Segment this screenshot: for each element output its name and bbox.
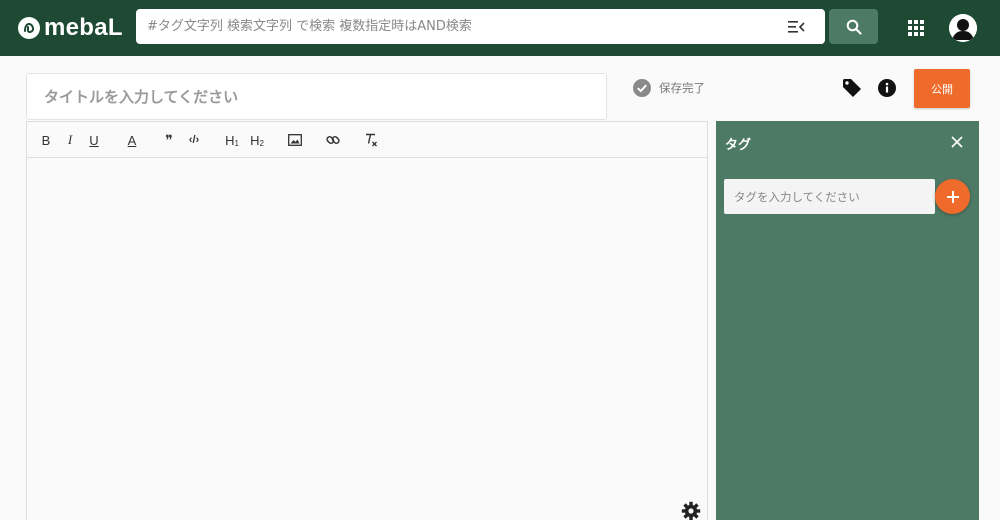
logo-text: mebaL: [44, 14, 123, 41]
h1-label: H: [225, 132, 235, 148]
publish-button[interactable]: 公開: [914, 69, 970, 108]
logo[interactable]: mebaL: [18, 14, 123, 42]
title-box: [26, 73, 607, 120]
close-icon[interactable]: [949, 134, 965, 150]
save-status-text: 保存完了: [659, 81, 705, 95]
underline-button[interactable]: U: [87, 130, 101, 150]
text-color-button[interactable]: A: [125, 130, 139, 150]
search-input[interactable]: [136, 10, 766, 43]
h2-label: H: [250, 132, 260, 148]
tag-panel: タグ: [716, 121, 979, 520]
filter-list-icon[interactable]: [784, 15, 808, 39]
tag-input[interactable]: [724, 179, 935, 214]
grid-apps-icon[interactable]: [906, 18, 926, 38]
quote-button[interactable]: ❞: [161, 130, 177, 150]
link-icon[interactable]: [325, 130, 341, 150]
bold-button[interactable]: B: [39, 130, 53, 150]
search-box: [136, 9, 825, 44]
plus-icon: [946, 190, 959, 203]
h1-sub: 1: [234, 138, 239, 148]
tag-icon[interactable]: [842, 78, 862, 98]
h2-button[interactable]: H2: [248, 130, 266, 150]
add-tag-button[interactable]: [935, 179, 970, 214]
editor-toolbar: B I U A ❞ ‹/› H1 H2: [27, 122, 707, 158]
user-avatar-icon[interactable]: [949, 14, 977, 42]
h1-button[interactable]: H1: [223, 130, 241, 150]
italic-button[interactable]: I: [63, 130, 77, 150]
code-button[interactable]: ‹/›: [185, 130, 203, 150]
mebal-logo-icon: [18, 17, 40, 39]
info-icon[interactable]: [877, 78, 897, 98]
search-button[interactable]: [829, 9, 878, 44]
tag-panel-title: タグ: [725, 138, 752, 153]
h2-sub: 2: [259, 138, 264, 148]
tag-input-box: [724, 179, 935, 214]
title-input[interactable]: [27, 74, 606, 119]
image-icon[interactable]: [287, 130, 303, 150]
clear-format-icon[interactable]: [363, 130, 379, 150]
save-status: 保存完了: [633, 78, 705, 98]
gear-icon[interactable]: [681, 501, 703, 520]
editor-content[interactable]: [27, 159, 707, 520]
app-header: mebaL: [0, 0, 1000, 56]
check-circle-icon: [633, 79, 651, 97]
editor: B I U A ❞ ‹/› H1 H2: [26, 121, 708, 520]
magnifier-icon: [846, 19, 862, 35]
